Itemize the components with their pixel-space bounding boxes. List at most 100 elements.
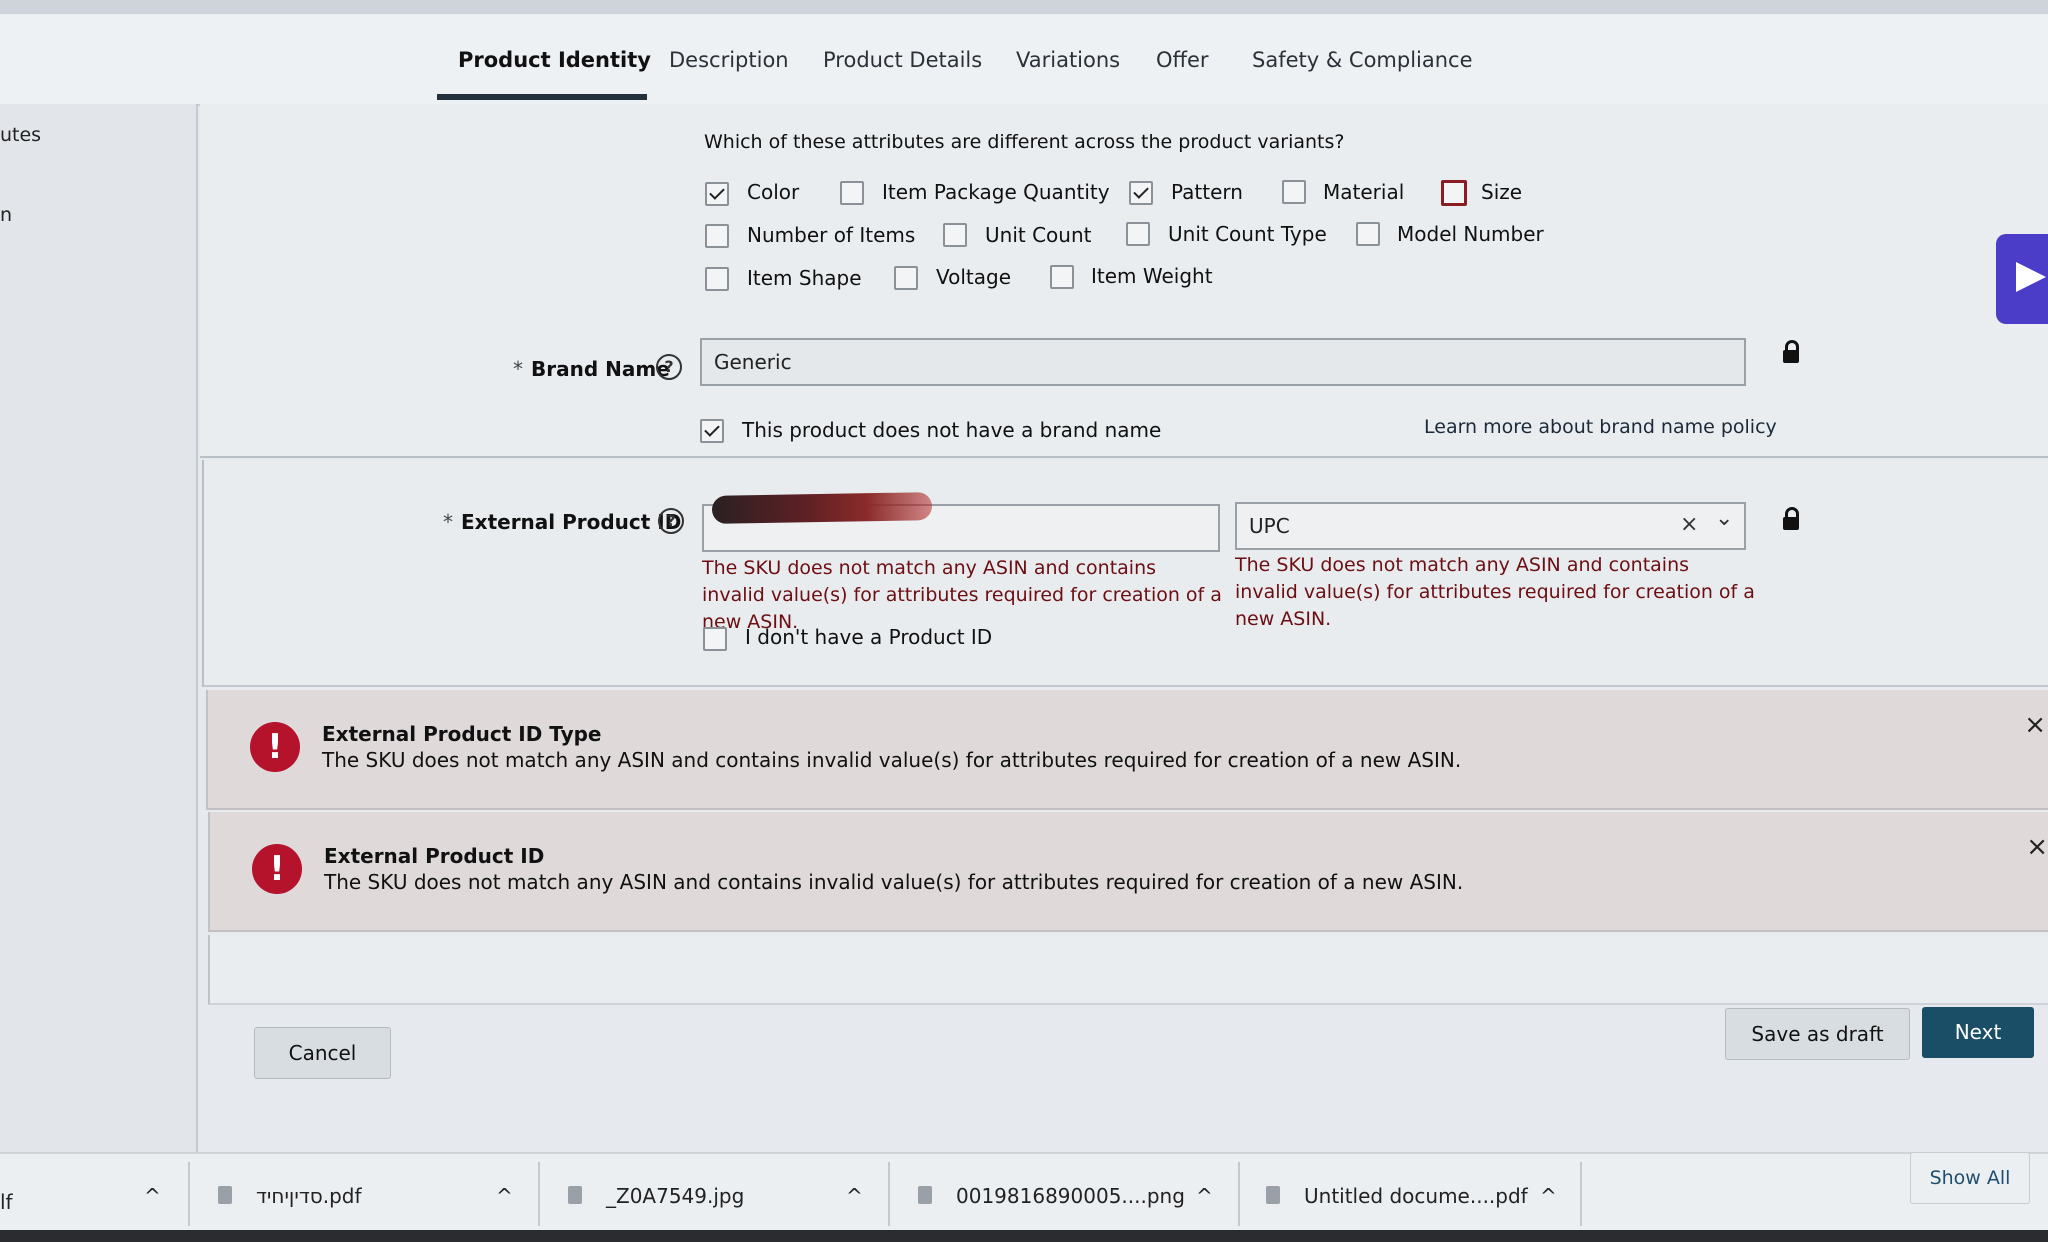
required-asterisk: *	[443, 510, 453, 534]
lock-icon	[1783, 340, 1799, 363]
help-icon[interactable]: ?	[656, 354, 682, 380]
item-package-quantity-label: Item Package Quantity	[882, 180, 1110, 204]
active-tab-indicator	[437, 94, 647, 100]
download-item-partial[interactable]: lf	[0, 1190, 13, 1214]
chevron-up-icon[interactable]: ^	[846, 1184, 863, 1208]
divider	[188, 1162, 190, 1226]
clear-icon[interactable]: ×	[1680, 512, 1698, 537]
close-icon[interactable]: ×	[2026, 832, 2048, 862]
file-icon	[218, 1186, 232, 1204]
no-product-id-label: I don't have a Product ID	[745, 625, 993, 649]
item-shape-checkbox[interactable]	[705, 267, 729, 291]
download-filename: סדיןיחיד.pdf	[256, 1184, 362, 1208]
color-checkbox[interactable]	[705, 182, 729, 206]
external-product-id-error: The SKU does not match any ASIN and cont…	[702, 557, 1222, 633]
voltage-label: Voltage	[936, 265, 1012, 289]
brand-name-label-text: Brand Name	[531, 357, 670, 381]
size-label: Size	[1481, 180, 1523, 204]
divider	[1238, 1162, 1240, 1226]
color-label: Color	[747, 180, 800, 204]
cancel-button[interactable]: Cancel	[254, 1027, 391, 1079]
brand-name-label: * Brand Name	[513, 357, 670, 381]
downloads-bar: ^ סדיןיחיד.pdf ^ _Z0A7549.jpg ^ 00198168…	[0, 1152, 2048, 1232]
error-icon: !	[250, 722, 300, 772]
tab-safety-compliance[interactable]: Safety & Compliance	[1252, 48, 1473, 72]
item-shape-label: Item Shape	[747, 266, 862, 290]
file-icon	[1266, 1186, 1280, 1204]
tab-bar: Product Identity Description Product Det…	[0, 14, 2048, 106]
file-icon	[568, 1186, 582, 1204]
unit-count-label: Unit Count	[985, 223, 1092, 247]
download-filename: 0019816890005....png	[956, 1184, 1185, 1208]
chevron-up-icon[interactable]: ^	[144, 1184, 161, 1208]
unit-count-type-label: Unit Count Type	[1168, 222, 1327, 246]
no-brand-name-checkbox[interactable]	[700, 419, 724, 443]
save-as-draft-button[interactable]: Save as draft	[1725, 1008, 1910, 1060]
next-button[interactable]: Next	[1922, 1007, 2034, 1058]
tab-offer[interactable]: Offer	[1156, 48, 1209, 72]
left-panel-label[interactable]: n	[0, 204, 12, 226]
required-asterisk: *	[513, 357, 523, 381]
browser-top-strip	[0, 0, 2048, 14]
model-number-label: Model Number	[1397, 222, 1544, 246]
redacted-value-scribble	[711, 492, 933, 524]
download-item[interactable]: Untitled docume....pdf ^	[1250, 1154, 1590, 1232]
tab-description[interactable]: Description	[669, 48, 789, 72]
unit-count-type-checkbox[interactable]	[1126, 222, 1150, 246]
external-product-id-type-error: The SKU does not match any ASIN and cont…	[1235, 554, 1755, 630]
pattern-checkbox[interactable]	[1129, 181, 1153, 205]
chevron-up-icon[interactable]: ^	[1540, 1184, 1557, 1208]
brand-name-input[interactable]: Generic	[700, 338, 1746, 386]
tab-product-identity[interactable]: Product Identity	[458, 48, 651, 72]
item-package-quantity-checkbox[interactable]	[840, 181, 864, 205]
download-item[interactable]: _Z0A7549.jpg ^	[550, 1154, 890, 1232]
download-filename: Untitled docume....pdf	[1304, 1184, 1528, 1208]
no-brand-name-label: This product does not have a brand name	[742, 418, 1162, 442]
help-icon[interactable]: ?	[658, 508, 684, 534]
material-label: Material	[1323, 180, 1405, 204]
divider	[538, 1162, 540, 1226]
no-product-id-checkbox[interactable]	[703, 627, 727, 651]
error-icon: !	[252, 844, 302, 894]
variation-attributes-question: Which of these attributes are different …	[704, 131, 1345, 153]
alert-title: External Product ID Type	[322, 722, 602, 746]
lock-icon	[1783, 507, 1799, 530]
external-product-id-label-text: External Product ID	[461, 510, 682, 534]
form-footer-spacer	[208, 935, 2048, 1005]
file-icon	[918, 1186, 932, 1204]
external-product-id-type-value: UPC	[1249, 514, 1290, 538]
item-weight-label: Item Weight	[1091, 264, 1213, 288]
item-weight-checkbox[interactable]	[1050, 265, 1074, 289]
chevron-up-icon[interactable]: ^	[1196, 1184, 1213, 1208]
download-filename: _Z0A7549.jpg	[606, 1184, 745, 1208]
alert-text: The SKU does not match any ASIN and cont…	[324, 870, 1464, 894]
size-checkbox[interactable]	[1441, 180, 1467, 206]
close-icon[interactable]: ×	[2024, 710, 2046, 740]
download-item[interactable]: סדיןיחיד.pdf ^	[200, 1154, 540, 1232]
pattern-label: Pattern	[1171, 180, 1243, 204]
number-of-items-checkbox[interactable]	[705, 224, 729, 248]
divider	[888, 1162, 890, 1226]
tab-variations[interactable]: Variations	[1016, 48, 1120, 72]
left-side-panel: utes n	[0, 104, 198, 1154]
error-alert-product-id: ! External Product ID The SKU does not m…	[208, 812, 2048, 932]
external-product-id-type-select[interactable]: UPC	[1235, 502, 1746, 550]
model-number-checkbox[interactable]	[1356, 222, 1380, 246]
voltage-checkbox[interactable]	[894, 266, 918, 290]
chevron-up-icon[interactable]: ^	[496, 1184, 513, 1208]
send-feedback-tab[interactable]	[1996, 234, 2048, 324]
brand-name-policy-link[interactable]: Learn more about brand name policy	[1424, 416, 1777, 438]
divider	[1580, 1162, 1582, 1226]
alert-text: The SKU does not match any ASIN and cont…	[322, 748, 1462, 772]
number-of-items-label: Number of Items	[747, 223, 916, 247]
unit-count-checkbox[interactable]	[943, 223, 967, 247]
alert-title: External Product ID	[324, 844, 545, 868]
show-all-downloads-button[interactable]: Show All	[1910, 1152, 2030, 1204]
screen-bottom-bezel	[0, 1230, 2048, 1242]
left-panel-label[interactable]: utes	[0, 124, 41, 146]
material-checkbox[interactable]	[1282, 180, 1306, 204]
download-item[interactable]: 0019816890005....png ^	[900, 1154, 1240, 1232]
external-product-id-label: * External Product ID	[443, 510, 681, 534]
chevron-down-icon[interactable]: ⌄	[1715, 506, 1733, 531]
tab-product-details[interactable]: Product Details	[823, 48, 982, 72]
